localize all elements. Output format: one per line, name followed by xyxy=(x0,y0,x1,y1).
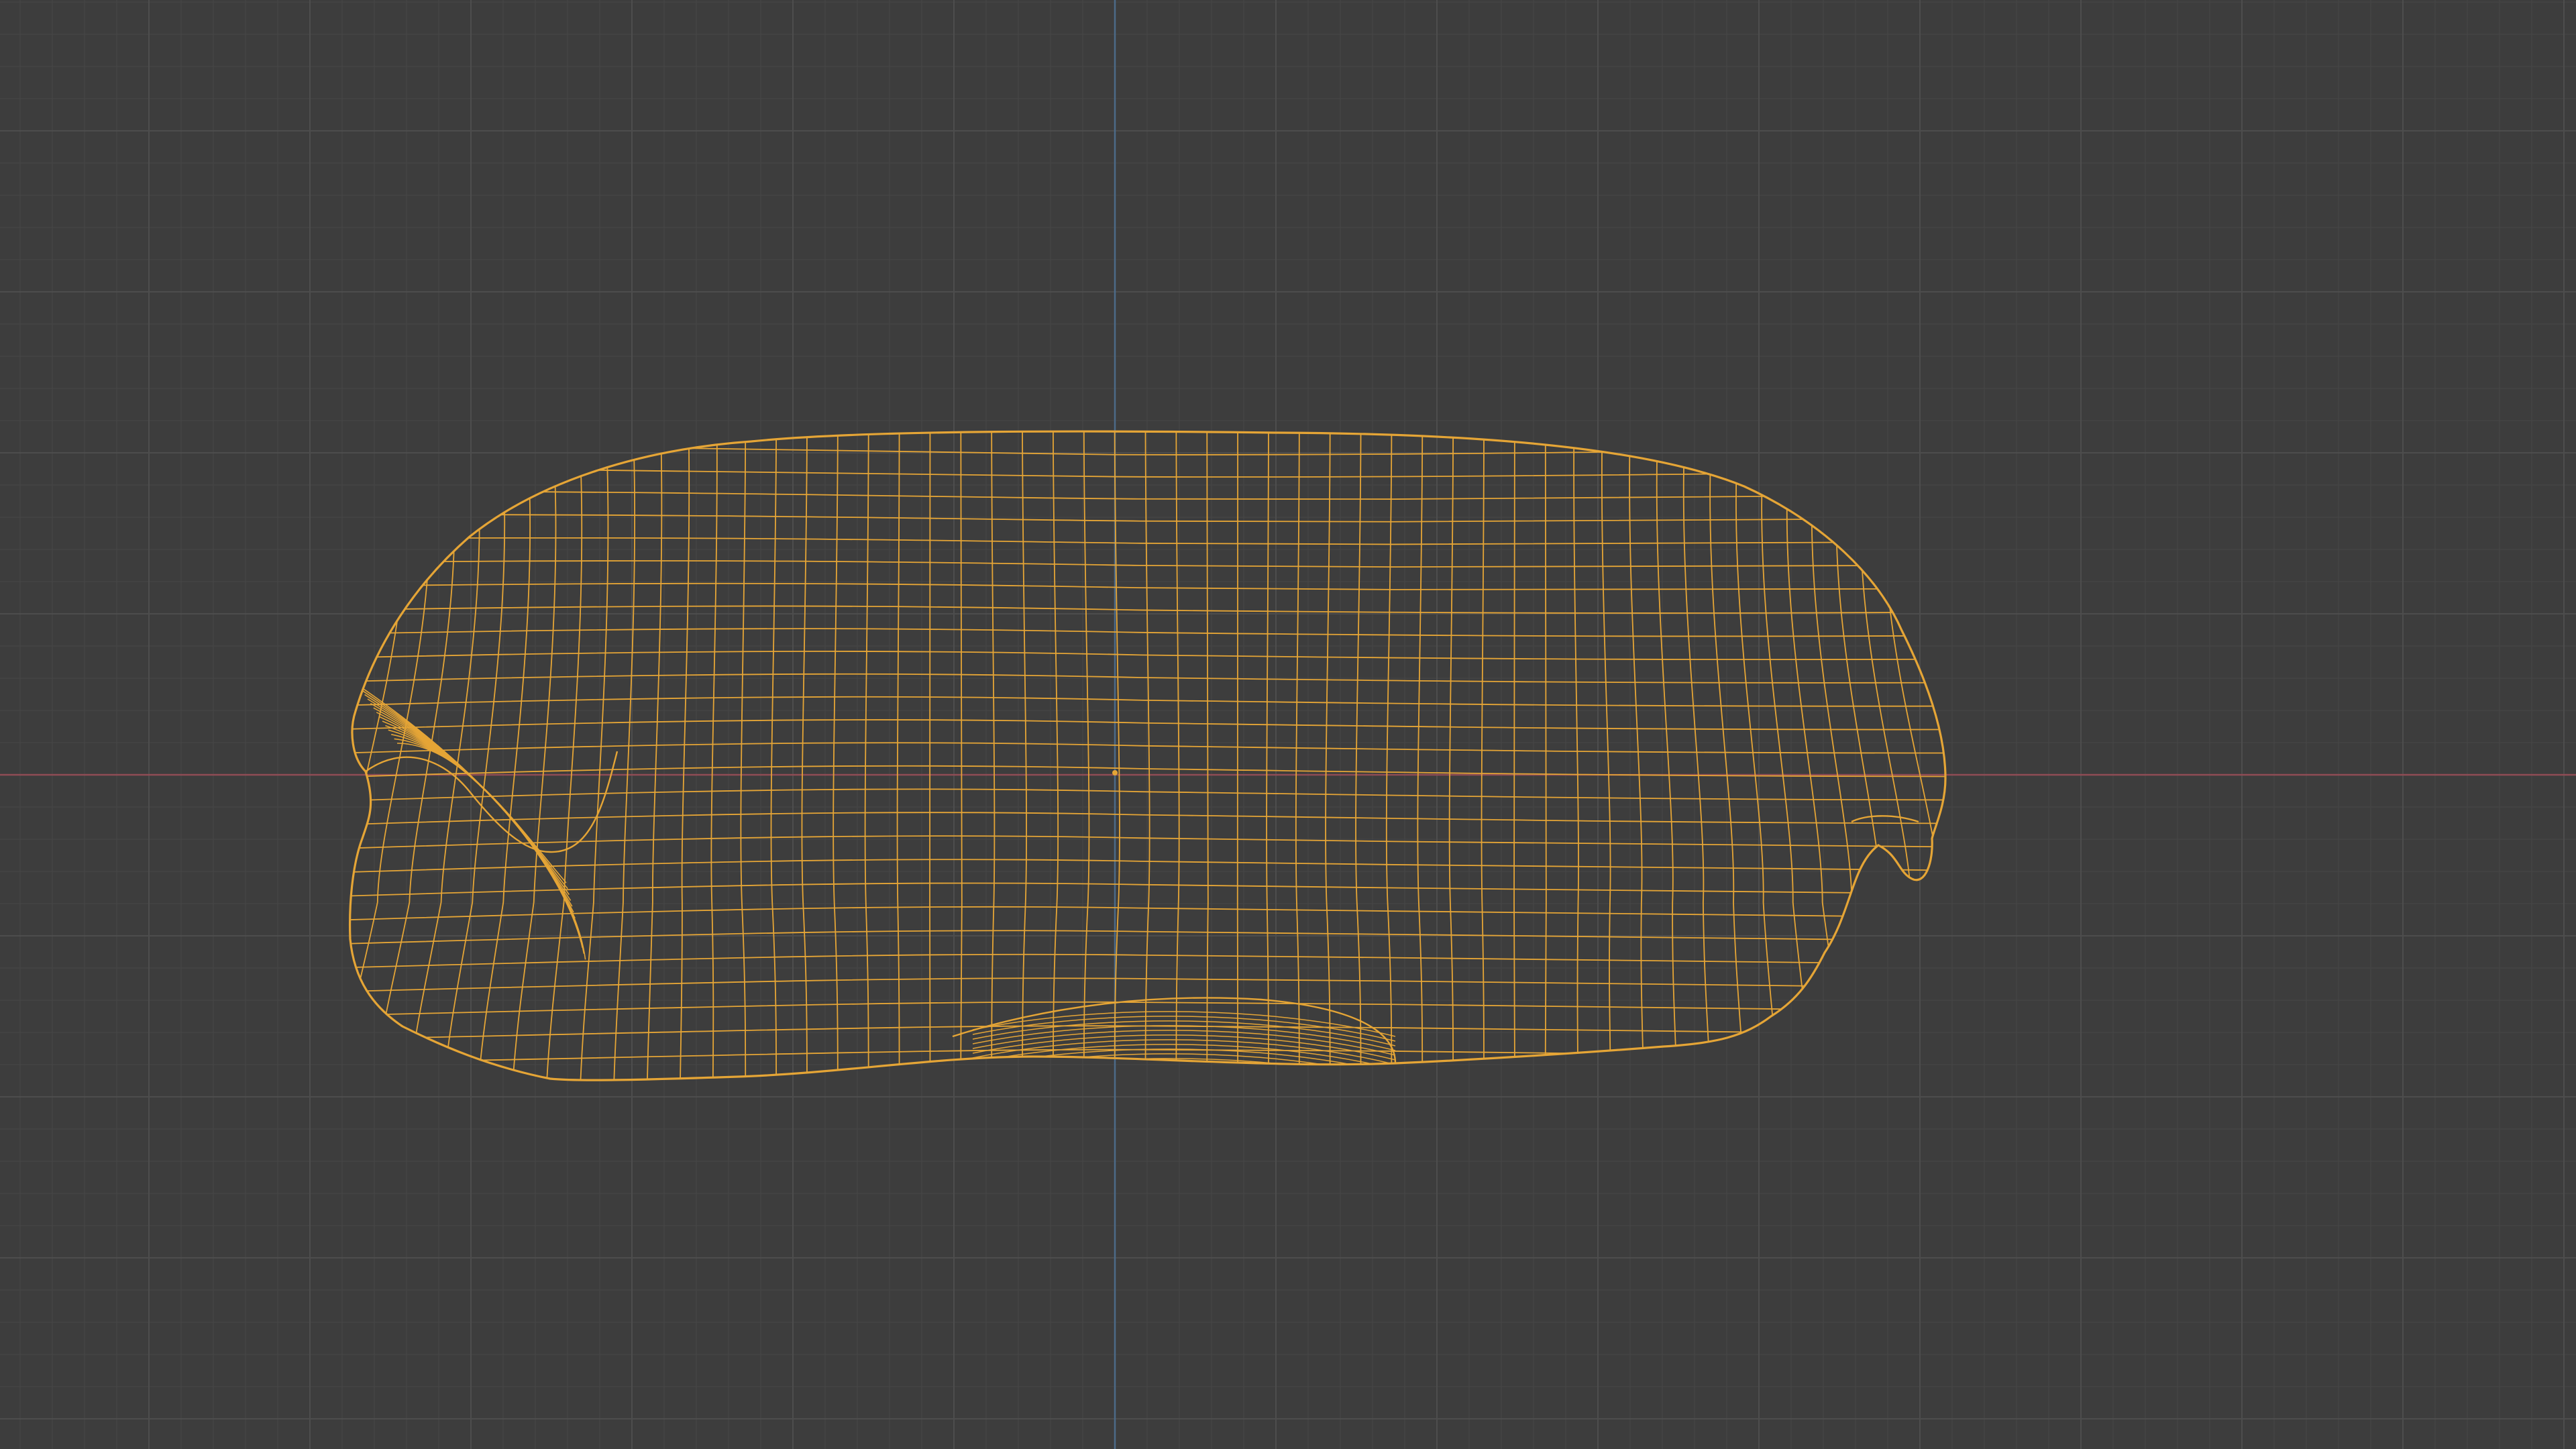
mesh-edge xyxy=(511,431,557,1081)
mesh-edge xyxy=(1835,431,1919,1081)
mesh-edge xyxy=(1883,431,1945,1081)
mesh-edge xyxy=(388,729,572,901)
mesh-edge xyxy=(370,702,580,936)
mesh-edge xyxy=(770,431,777,1081)
mesh-edge xyxy=(833,431,839,1081)
mesh-edge xyxy=(350,718,1945,731)
mesh-edge xyxy=(1355,431,1362,1081)
object-origin-marker[interactable] xyxy=(1112,770,1118,775)
mesh-edge xyxy=(1325,431,1331,1081)
mesh-edge xyxy=(740,431,747,1081)
mesh-edge xyxy=(1860,431,1945,1081)
mesh-edge xyxy=(350,650,1945,661)
mesh-edge xyxy=(710,431,718,1081)
mesh-edge xyxy=(442,431,506,1081)
mesh-edge xyxy=(350,859,1945,873)
mesh-edge xyxy=(579,431,609,1081)
mesh-edge xyxy=(896,431,900,1081)
mesh-edge xyxy=(545,431,583,1081)
mesh-edge xyxy=(350,560,1945,568)
mesh-edge xyxy=(350,628,1945,637)
mesh-edge xyxy=(1735,431,1780,1081)
mesh-edge xyxy=(1786,431,1849,1081)
mesh-edge xyxy=(350,537,1945,545)
mesh-edge xyxy=(350,930,1945,945)
mesh-edge xyxy=(396,743,567,883)
mesh-edge xyxy=(350,906,1945,921)
mesh-edge xyxy=(1295,431,1300,1081)
3d-viewport[interactable] xyxy=(0,0,2576,1449)
wireframe-mesh[interactable] xyxy=(302,419,1989,1093)
mesh-edge xyxy=(646,431,663,1081)
mesh-edge xyxy=(960,431,963,1081)
mesh-edge xyxy=(991,431,996,1081)
mesh-edge xyxy=(350,742,1945,754)
mesh-edge xyxy=(1417,431,1424,1081)
mesh-edge xyxy=(350,835,1945,849)
mesh-edge xyxy=(1266,431,1269,1081)
mesh-edge xyxy=(1448,431,1454,1081)
mesh-edge xyxy=(350,788,1945,802)
mesh-edge xyxy=(385,724,573,907)
mesh-edge xyxy=(1513,431,1515,1081)
mesh-fold-edge xyxy=(365,751,619,853)
mesh-right-lip-edge xyxy=(1851,815,1919,823)
mesh-edge xyxy=(1022,431,1027,1081)
mesh-edge xyxy=(972,1063,1396,1081)
mesh-edge xyxy=(350,696,1945,707)
mesh-edge xyxy=(350,812,1945,826)
mesh-edge xyxy=(1811,431,1884,1081)
mesh-edge xyxy=(801,431,808,1081)
mesh-edge xyxy=(350,605,1945,614)
mesh-edge xyxy=(1206,431,1210,1081)
mesh-edge xyxy=(1385,431,1393,1081)
mesh-edge xyxy=(1481,431,1485,1081)
mesh-outline xyxy=(348,430,1947,1081)
mesh-edge xyxy=(679,431,690,1081)
mesh-edge xyxy=(350,582,1945,591)
mesh-edge xyxy=(350,431,431,1081)
mesh-edge xyxy=(350,953,1945,969)
mesh-edge xyxy=(1175,431,1180,1081)
mesh-edge xyxy=(972,1058,1396,1081)
mesh-wire-edges xyxy=(350,431,1945,1081)
mesh-edge xyxy=(864,431,869,1081)
mesh-edge xyxy=(350,882,1945,897)
